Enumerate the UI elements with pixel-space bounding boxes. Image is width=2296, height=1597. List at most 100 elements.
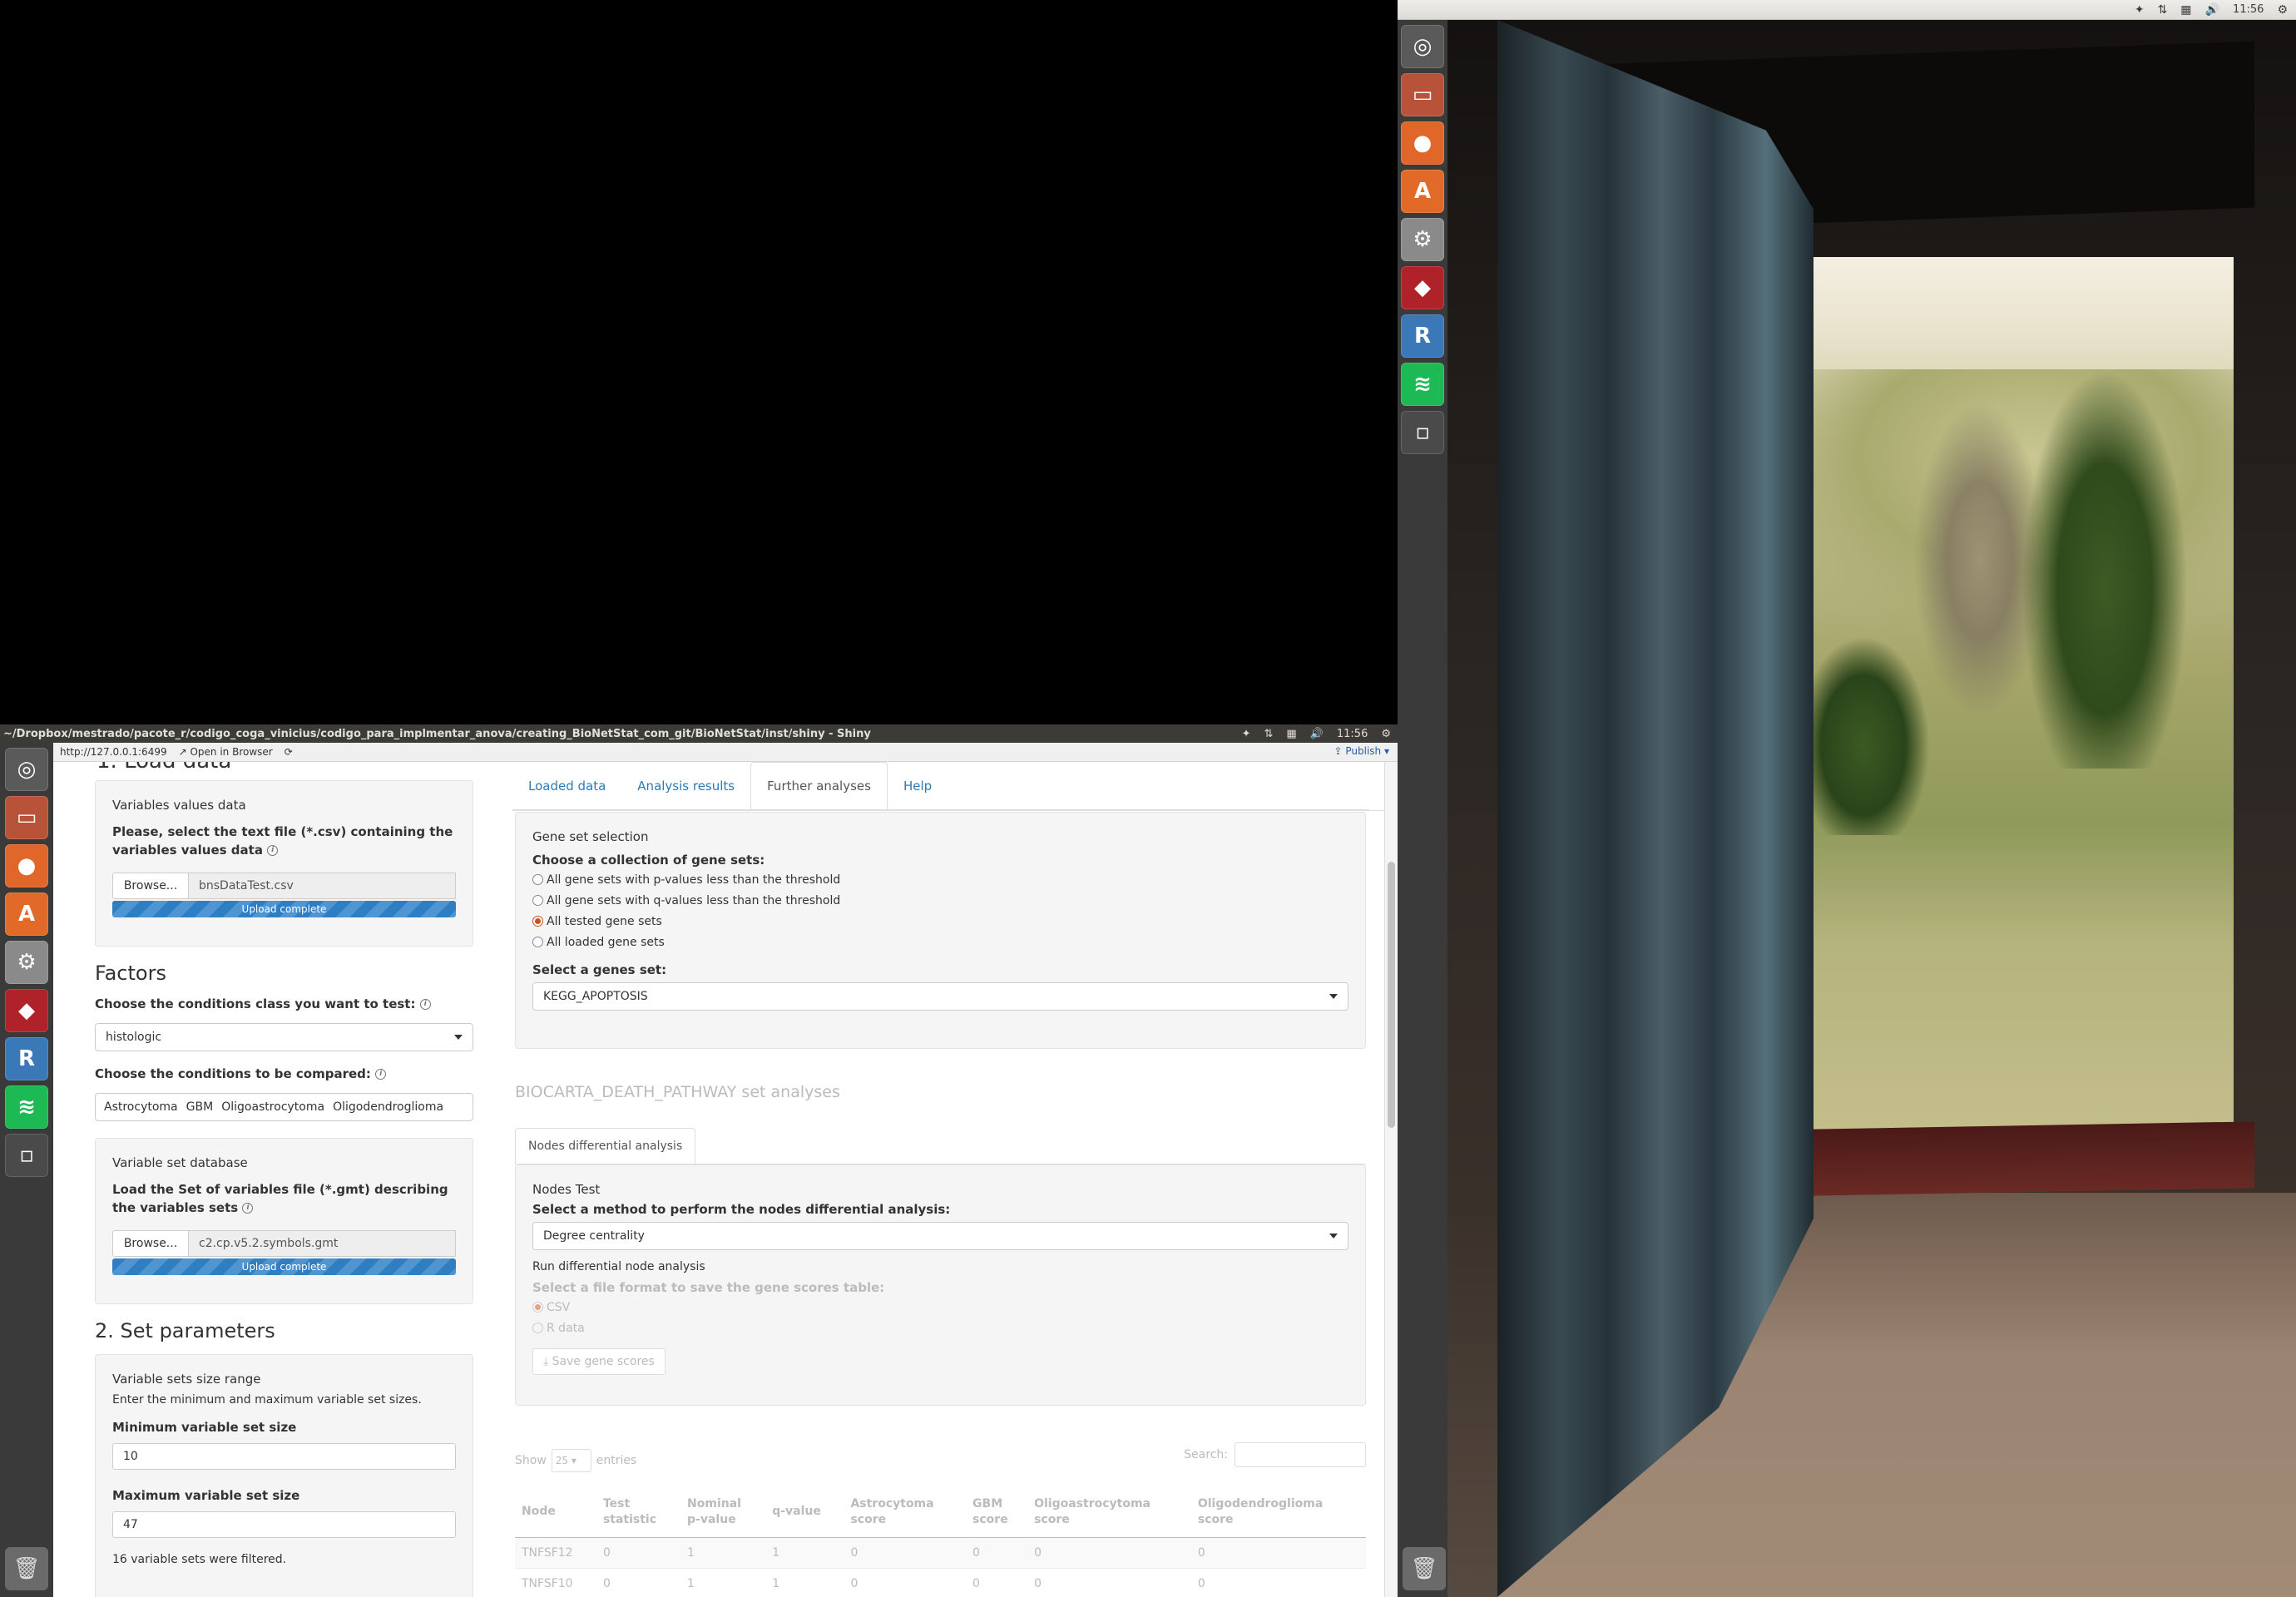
condition-chip[interactable]: Astrocytoma: [104, 1100, 178, 1114]
radio-option[interactable]: All tested gene sets: [532, 911, 1348, 932]
condition-chip[interactable]: Oligodendroglioma: [333, 1100, 443, 1114]
gear-icon[interactable]: ⚙: [2277, 3, 2288, 17]
caret-down-icon: [454, 1035, 463, 1040]
max-size-input[interactable]: 47: [112, 1511, 456, 1538]
compare-label-text: Choose the conditions to be compared:: [95, 1066, 371, 1081]
software-center-icon[interactable]: A: [1401, 170, 1444, 213]
run-analysis-label[interactable]: Run differential node analysis: [532, 1260, 1348, 1273]
page-length-select[interactable]: 25 ▾: [551, 1449, 591, 1472]
conditions-multiselect[interactable]: Astrocytoma GBM Oligoastrocytoma Oligode…: [95, 1093, 473, 1121]
radio-option[interactable]: All gene sets with p-values less than th…: [532, 869, 1348, 890]
info-icon[interactable]: i: [242, 1203, 254, 1214]
radio-button[interactable]: [532, 937, 543, 947]
app-scrollbar[interactable]: [1384, 762, 1398, 1597]
gear-icon[interactable]: ⚙: [1381, 728, 1391, 740]
min-size-input[interactable]: 10: [112, 1443, 456, 1470]
analysis-sub-tabs: Nodes differential analysis: [515, 1128, 696, 1164]
class-select-value: histologic: [106, 1031, 162, 1044]
column-header[interactable]: Test statistic: [596, 1487, 681, 1538]
tab-analysis-results[interactable]: Analysis results: [621, 762, 750, 810]
tabs-divider: [512, 809, 1369, 810]
keyboard-layout-icon[interactable]: ▦: [1286, 728, 1296, 740]
condition-chip[interactable]: GBM: [186, 1100, 214, 1114]
ubuntu-home-icon[interactable]: ◎: [1401, 25, 1444, 68]
system-settings-icon[interactable]: ⚙: [1401, 218, 1444, 261]
files-icon[interactable]: ▭: [1401, 73, 1444, 116]
keyboard-layout-icon[interactable]: ▦: [2180, 3, 2191, 17]
publish-button[interactable]: ⇪ Publish ▾: [1334, 745, 1390, 757]
files-icon[interactable]: ▭: [5, 796, 48, 839]
compare-label: Choose the conditions to be compared: i: [95, 1066, 387, 1081]
info-icon[interactable]: i: [267, 845, 279, 856]
rstudio-icon[interactable]: R: [1401, 314, 1444, 358]
browse-button[interactable]: Browse...: [112, 873, 189, 899]
condition-chip[interactable]: Oligoastrocytoma: [221, 1100, 324, 1114]
column-header[interactable]: Oligodendroglioma score: [1190, 1487, 1366, 1538]
class-select[interactable]: histologic: [95, 1023, 473, 1051]
column-header[interactable]: GBM score: [966, 1487, 1028, 1538]
spotify-icon[interactable]: ≋: [1401, 363, 1444, 406]
volume-icon[interactable]: 🔊: [2205, 3, 2219, 17]
network-icon[interactable]: ⇅: [1264, 728, 1273, 740]
radio-label: All tested gene sets: [547, 914, 662, 928]
ubuntu-home-icon[interactable]: ◎: [5, 748, 48, 791]
genes-set-select[interactable]: KEGG_APOPTOSIS: [532, 982, 1348, 1011]
radio-label: R data: [547, 1321, 585, 1335]
tab-loaded-data[interactable]: Loaded data: [512, 762, 621, 810]
dropbox-icon[interactable]: ✦: [2135, 3, 2145, 17]
column-header[interactable]: Oligoastrocytoma score: [1027, 1487, 1191, 1538]
software-center-icon[interactable]: A: [5, 892, 48, 936]
rstudio-icon[interactable]: R: [5, 1037, 48, 1080]
info-icon[interactable]: i: [419, 999, 431, 1010]
network-icon[interactable]: ⇅: [2158, 3, 2168, 17]
radio-button[interactable]: [532, 874, 543, 885]
tab-help[interactable]: Help: [888, 762, 948, 810]
table-cell: 0: [966, 1568, 1028, 1597]
trash-icon[interactable]: 🗑: [5, 1547, 48, 1590]
column-header[interactable]: Nominal p-value: [680, 1487, 766, 1538]
info-icon[interactable]: i: [375, 1069, 387, 1080]
header-line: score: [1197, 1512, 1234, 1526]
varset-file-input: Browse... c2.cp.v5.2.symbols.gmt: [112, 1230, 456, 1257]
radio-button-selected[interactable]: [532, 916, 543, 927]
tab-nodes-differential[interactable]: Nodes differential analysis: [515, 1128, 696, 1164]
workspace-switcher-icon[interactable]: ▫: [1401, 411, 1444, 454]
table-cell: 0: [966, 1537, 1028, 1569]
mendeley-icon[interactable]: ◆: [5, 989, 48, 1032]
workspace-switcher-icon[interactable]: ▫: [5, 1134, 48, 1177]
radio-option[interactable]: All loaded gene sets: [532, 932, 1348, 952]
window-title-bar[interactable]: ~/Dropbox/mestrado/pacote_r/codigo_coga_…: [0, 724, 1398, 743]
column-header[interactable]: q-value: [765, 1487, 844, 1538]
browse-button[interactable]: Browse...: [112, 1230, 189, 1257]
open-in-browser-button[interactable]: ↗ Open in Browser: [179, 746, 273, 758]
volume-icon[interactable]: 🔊: [1310, 728, 1324, 740]
refresh-icon[interactable]: ⟳: [285, 746, 293, 758]
table-cell: 0: [1027, 1537, 1191, 1569]
table-row[interactable]: TNFSF10 0 1 1 0 0 0 0: [515, 1568, 1366, 1597]
clock[interactable]: 11:56: [2233, 3, 2264, 16]
load-data-heading: 1. Load data: [96, 762, 231, 774]
firefox-icon[interactable]: ●: [5, 844, 48, 887]
firefox-icon[interactable]: ●: [1401, 121, 1444, 165]
radio-option[interactable]: All gene sets with q-values less than th…: [532, 890, 1348, 911]
min-size-label: Minimum variable set size: [112, 1420, 297, 1435]
method-select[interactable]: Degree centrality: [532, 1222, 1348, 1250]
mendeley-icon[interactable]: ◆: [1401, 266, 1444, 309]
variables-label: Please, select the text file (*.csv) con…: [112, 823, 456, 859]
column-header[interactable]: Node: [515, 1487, 596, 1538]
search-input[interactable]: [1235, 1442, 1366, 1467]
set-size-box: Variable sets size range Enter the minim…: [95, 1354, 473, 1597]
table-cell: 0: [1190, 1537, 1366, 1569]
dropbox-icon[interactable]: ✦: [1242, 728, 1251, 740]
clock[interactable]: 11:56: [1337, 728, 1368, 740]
column-header[interactable]: Astrocytoma score: [844, 1487, 967, 1538]
spotify-icon[interactable]: ≋: [5, 1085, 48, 1129]
system-settings-icon[interactable]: ⚙: [5, 941, 48, 984]
scrollbar-thumb[interactable]: [1388, 862, 1395, 1128]
table-row[interactable]: TNFSF12 0 1 1 0 0 0 0: [515, 1537, 1366, 1569]
tab-further-analyses[interactable]: Further analyses: [750, 762, 888, 810]
viewer-toolbar: http://127.0.0.1:6499 ↗ Open in Browser …: [53, 743, 1398, 762]
trash-icon[interactable]: 🗑: [1403, 1547, 1446, 1590]
variables-file-input: Browse... bnsDataTest.csv: [112, 873, 456, 899]
radio-button[interactable]: [532, 895, 543, 906]
